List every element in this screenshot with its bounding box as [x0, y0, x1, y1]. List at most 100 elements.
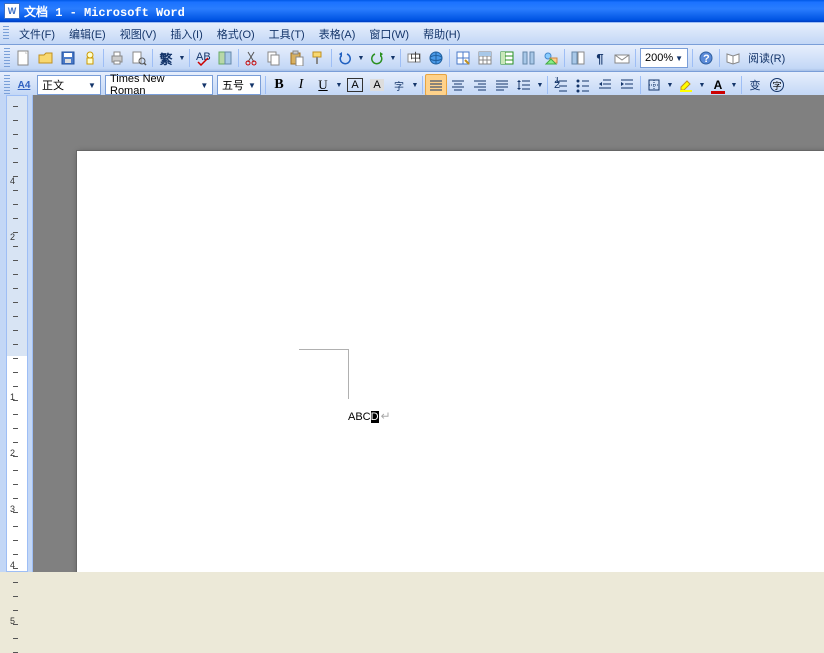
print-preview-button[interactable] [128, 47, 150, 69]
margin-corner-marker [299, 349, 349, 399]
separator [741, 76, 742, 94]
phonetic-guide-button[interactable]: 变 [744, 74, 766, 96]
redo-button[interactable] [366, 47, 388, 69]
styles-pane-button[interactable]: A4 [13, 74, 35, 96]
numbering-button[interactable]: 12 [550, 74, 572, 96]
tc-dropdown[interactable]: ▼ [177, 47, 187, 69]
menu-help[interactable]: 帮助(H) [416, 23, 467, 44]
menu-table[interactable]: 表格(A) [312, 23, 363, 44]
font-size-combo[interactable]: 五号▼ [217, 75, 261, 95]
character-scaling-button[interactable]: 字 [388, 74, 410, 96]
toolbar-handle[interactable] [4, 75, 10, 95]
show-marks-button[interactable]: ¶ [589, 47, 611, 69]
separator [422, 76, 423, 94]
separator [265, 76, 266, 94]
align-justify-both-button[interactable] [425, 74, 447, 96]
document-viewport[interactable]: ABCD↵ [33, 95, 824, 572]
toolbar-handle[interactable] [4, 48, 10, 68]
style-combo[interactable]: 正文 ▼ [37, 75, 101, 95]
zoom-value: 200% [645, 52, 673, 64]
font-combo[interactable]: Times New Roman▼ [105, 75, 213, 95]
ruler-margin-top [7, 96, 27, 356]
borders-dropdown[interactable]: ▼ [665, 74, 675, 96]
print-button[interactable] [106, 47, 128, 69]
save-button[interactable] [57, 47, 79, 69]
tables-borders-button[interactable] [452, 47, 474, 69]
paste-button[interactable] [285, 47, 307, 69]
window-title: 文档 1 - Microsoft Word [24, 3, 185, 20]
read-button[interactable]: 阅读(R) [744, 50, 789, 66]
new-button[interactable] [13, 47, 35, 69]
font-color-dropdown[interactable]: ▼ [729, 74, 739, 96]
permission-button[interactable] [79, 47, 101, 69]
standard-toolbar: 繁 ▼ ABC ▼ ▼ 中 ¶ 200%▼ ? 阅读(R) [0, 45, 824, 72]
copy-button[interactable] [263, 47, 285, 69]
align-right-button[interactable] [469, 74, 491, 96]
drawing-button[interactable] [540, 47, 562, 69]
separator [640, 76, 641, 94]
decrease-indent-button[interactable] [594, 74, 616, 96]
separator [449, 49, 450, 67]
redo-dropdown[interactable]: ▼ [388, 47, 398, 69]
separator [564, 49, 565, 67]
insert-worksheet-button[interactable] [496, 47, 518, 69]
align-center-button[interactable] [447, 74, 469, 96]
separator [331, 49, 332, 67]
open-button[interactable] [35, 47, 57, 69]
columns-button[interactable] [518, 47, 540, 69]
separator [547, 76, 548, 94]
enclose-char-button[interactable]: 字 [766, 74, 788, 96]
align-distributed-button[interactable] [491, 74, 513, 96]
separator [692, 49, 693, 67]
menu-file[interactable]: 文件(F) [12, 23, 62, 44]
menu-format[interactable]: 格式(O) [210, 23, 262, 44]
menu-edit[interactable]: 编辑(E) [62, 23, 113, 44]
italic-button[interactable]: I [290, 74, 312, 96]
highlight-button[interactable] [675, 74, 697, 96]
highlight-dropdown[interactable]: ▼ [697, 74, 707, 96]
spellcheck-button[interactable]: ABC [192, 47, 214, 69]
text-unselected[interactable]: ABC [348, 411, 371, 423]
menu-tools[interactable]: 工具(T) [262, 23, 312, 44]
zoom-combo[interactable]: 200%▼ [640, 48, 688, 68]
menu-view[interactable]: 视图(V) [113, 23, 164, 44]
svg-text:中: 中 [410, 51, 421, 64]
help-button[interactable]: ? [695, 47, 717, 69]
research-button[interactable] [214, 47, 236, 69]
char-shading-button[interactable]: A [366, 74, 388, 96]
style-value: 正文 [42, 77, 64, 93]
envelope-button[interactable] [611, 47, 633, 69]
char-border-button[interactable]: A [344, 74, 366, 96]
font-color-button[interactable]: A [707, 74, 729, 96]
menubar-handle[interactable] [3, 26, 9, 41]
text-selected[interactable]: D [371, 411, 379, 423]
paragraph-mark-icon: ↵ [381, 409, 391, 423]
read-icon[interactable] [722, 47, 744, 69]
hyperlink-button[interactable] [425, 47, 447, 69]
menu-insert[interactable]: 插入(I) [163, 23, 209, 44]
document-text[interactable]: ABCD↵ [348, 409, 391, 423]
line-spacing-button[interactable] [513, 74, 535, 96]
underline-button[interactable]: U [312, 74, 334, 96]
increase-indent-button[interactable] [616, 74, 638, 96]
page[interactable]: ABCD↵ [76, 150, 824, 572]
vertical-ruler[interactable]: 4212345 [6, 95, 28, 572]
bold-button[interactable]: B [268, 74, 290, 96]
menu-window[interactable]: 窗口(W) [362, 23, 416, 44]
vruler-tick: 2 [10, 232, 15, 242]
separator [189, 49, 190, 67]
char-scaling-dropdown[interactable]: ▼ [410, 74, 420, 96]
undo-dropdown[interactable]: ▼ [356, 47, 366, 69]
doc-map-button[interactable] [567, 47, 589, 69]
bullets-button[interactable] [572, 74, 594, 96]
format-painter-button[interactable] [307, 47, 329, 69]
chevron-down-icon: ▼ [86, 81, 98, 90]
cut-button[interactable] [241, 47, 263, 69]
undo-button[interactable] [334, 47, 356, 69]
tc-convert-button[interactable]: 繁 [155, 47, 177, 69]
line-spacing-dropdown[interactable]: ▼ [535, 74, 545, 96]
ime-button[interactable]: 中 [403, 47, 425, 69]
borders-button[interactable] [643, 74, 665, 96]
underline-dropdown[interactable]: ▼ [334, 74, 344, 96]
insert-table-button[interactable] [474, 47, 496, 69]
